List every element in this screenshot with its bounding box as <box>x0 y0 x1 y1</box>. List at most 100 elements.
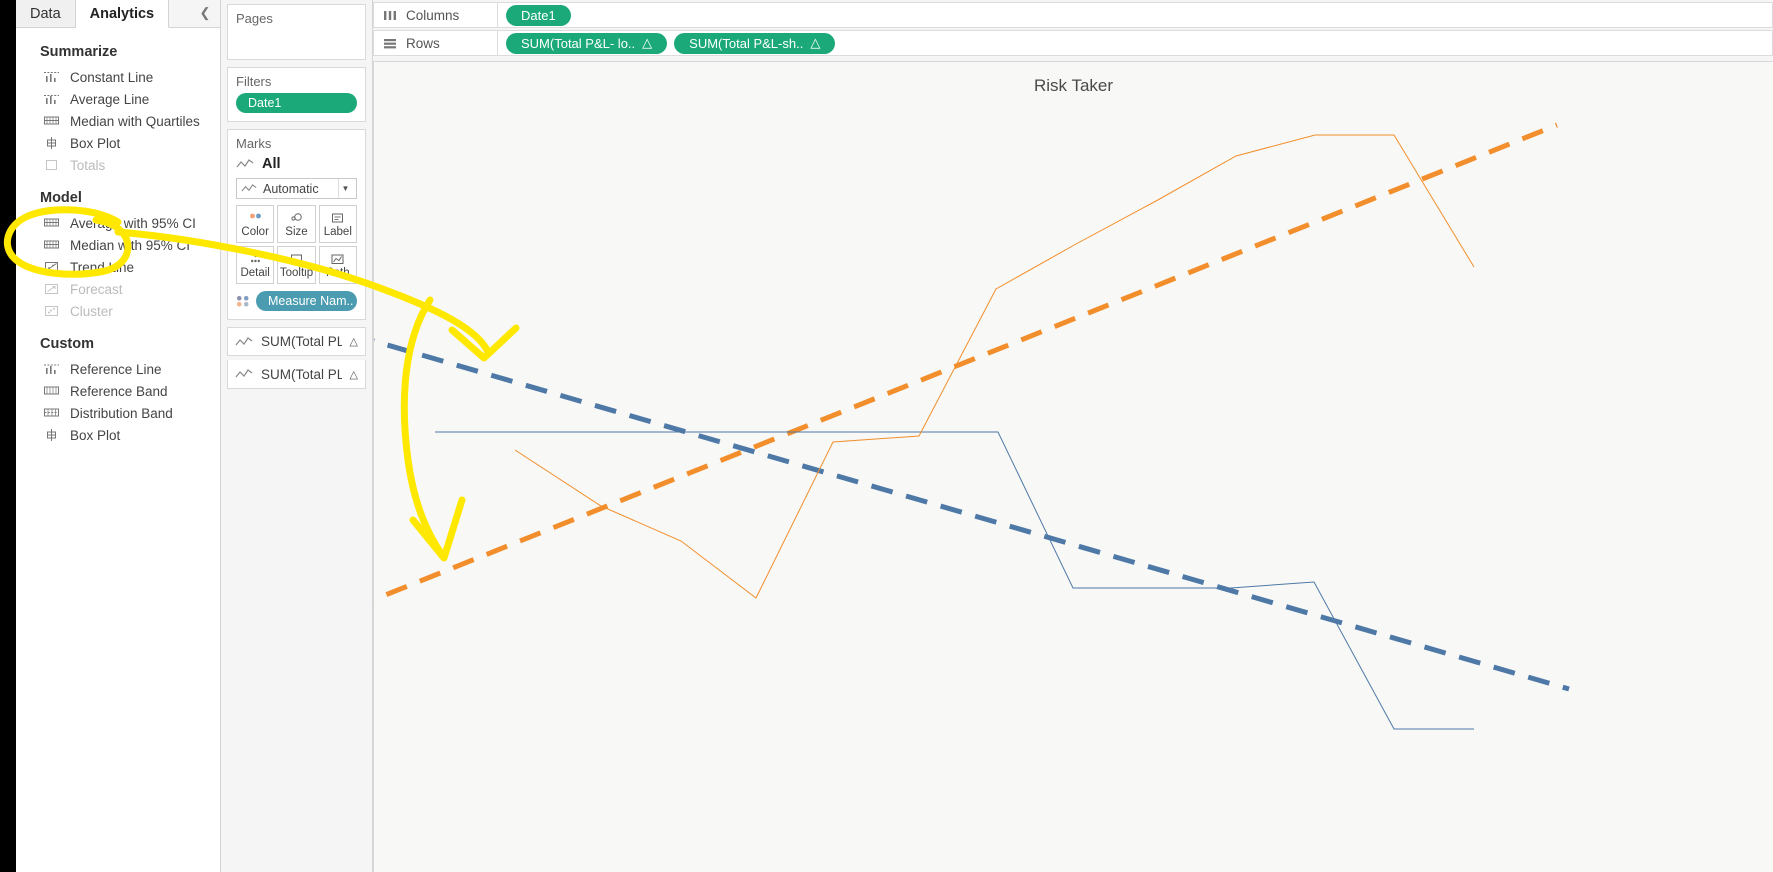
pane-tabs: Data Analytics ❮ <box>16 0 220 28</box>
analytics-item-label: Box Plot <box>70 427 121 443</box>
measure-names-pill-label: Measure Nam.. <box>268 294 354 308</box>
cluster-icon <box>45 306 58 316</box>
filter-pill-date1[interactable]: Date1 <box>236 93 357 113</box>
color-icon <box>247 210 264 226</box>
analytics-item-label: Box Plot <box>70 135 121 151</box>
marks-detail-button[interactable]: Detail <box>236 246 275 284</box>
rows-shelf-label: Rows <box>373 30 498 56</box>
measure-mark-card-1-badge: △ <box>349 336 358 348</box>
marks-path-button[interactable]: Path <box>318 246 357 284</box>
analytics-item-distribution-band[interactable]: Distribution Band <box>16 404 220 422</box>
box-plot-icon <box>47 137 56 149</box>
data-series-line-2 <box>514 134 1475 599</box>
median-ci-icon <box>44 240 59 249</box>
analytics-item-box-plot[interactable]: Box Plot <box>16 134 220 152</box>
marks-card-body: Automatic ▼ Color Size Label Detail Tool… <box>228 178 365 319</box>
section-title-model: Model <box>40 190 82 206</box>
chart-plot <box>374 122 1570 730</box>
marks-color-button[interactable]: Color <box>236 205 275 243</box>
analytics-item-average-line[interactable]: Average Line <box>16 90 220 108</box>
pages-card[interactable]: Pages <box>227 4 366 60</box>
analytics-item-label: Reference Line <box>70 361 162 377</box>
marks-tooltip-button[interactable]: Tooltip <box>277 246 316 284</box>
measure-mark-card-2-badge: △ <box>349 368 358 381</box>
tab-analytics[interactable]: Analytics <box>75 0 170 28</box>
analytics-item-label: Trend Line <box>70 259 135 275</box>
detail-icon <box>247 251 264 267</box>
distribution-band-icon <box>44 408 59 417</box>
section-title-custom: Custom <box>40 336 94 352</box>
left-gutter <box>0 0 16 872</box>
chevron-down-icon[interactable]: ▼ <box>338 179 352 198</box>
analytics-item-box-plot-custom[interactable]: Box Plot <box>16 426 220 444</box>
columns-icon <box>384 10 396 20</box>
forecast-icon <box>45 284 58 294</box>
chevron-left-icon[interactable]: ❮ <box>196 4 214 22</box>
measure-mark-card-2-label: SUM(Total PL... <box>261 366 342 382</box>
marks-label-button[interactable]: Label <box>318 205 357 243</box>
analytics-item-cluster: Cluster <box>16 302 220 320</box>
analytics-item-reference-band[interactable]: Reference Band <box>16 382 220 400</box>
analytics-item-label: Distribution Band <box>70 405 173 421</box>
tab-data-label: Data <box>30 5 61 22</box>
reference-band-icon <box>44 386 59 395</box>
cards-column: Pages Filters Date1 Marks All Automatic … <box>221 0 373 872</box>
filter-pill-label: Date1 <box>248 96 282 110</box>
analytics-item-median-with-95-ci[interactable]: Median with 95% CI <box>16 236 220 254</box>
analytics-item-average-with-95-ci[interactable]: Average with 95% CI <box>16 214 220 232</box>
columns-shelf-label: Columns <box>373 2 498 28</box>
box-plot-icon <box>47 429 56 441</box>
analytics-item-label: Average with 95% CI <box>70 215 196 231</box>
size-icon <box>288 210 305 226</box>
measure-names-pill[interactable]: Measure Nam.. <box>256 291 357 311</box>
analytics-pane: Data Analytics ❮ Summarize Constant Line <box>16 0 221 872</box>
tab-data[interactable]: Data <box>16 0 76 27</box>
analytics-item-reference-line[interactable]: Reference Line <box>16 360 220 378</box>
label-icon <box>329 210 346 226</box>
measure-mark-card-2[interactable]: SUM(Total PL... △ <box>227 360 366 389</box>
filters-card-title: Filters <box>236 74 272 89</box>
rows-shelf-drop[interactable]: SUM(Total P&L- lo.. △ SUM(Total P&L-sh..… <box>498 30 1773 56</box>
measure-mark-card-1[interactable]: SUM(Total PL... △ <box>227 327 366 356</box>
rows-pill-1[interactable]: SUM(Total P&L- lo.. △ <box>506 32 668 54</box>
marks-all-row[interactable]: All <box>228 155 365 178</box>
marks-card-title: Marks <box>236 136 272 151</box>
analytics-item-constant-line[interactable]: Constant Line <box>16 68 220 86</box>
filters-card[interactable]: Filters Date1 <box>227 67 366 122</box>
marks-color-label: Color <box>241 226 269 238</box>
analytics-item-trend-line[interactable]: Trend Line <box>16 258 220 276</box>
marks-detail-label: Detail <box>240 267 270 279</box>
line-mark-icon <box>235 369 253 378</box>
line-mark-icon <box>235 336 253 345</box>
tableau-window: Data Analytics ❮ Summarize Constant Line <box>0 0 1773 872</box>
color-dots-icon <box>237 296 249 307</box>
analytics-item-label: Totals <box>70 157 106 173</box>
average-ci-icon <box>44 218 59 227</box>
marks-size-button[interactable]: Size <box>277 205 316 243</box>
mark-type-value: Automatic <box>263 181 319 196</box>
analytics-item-label: Median with 95% CI <box>70 237 191 253</box>
columns-pill-date1[interactable]: Date1 <box>506 4 571 26</box>
marks-buttons-grid: Color Size Label Detail Tooltip Path <box>236 205 357 284</box>
constant-line-icon <box>44 72 59 82</box>
tooltip-icon <box>288 251 305 267</box>
analytics-item-forecast: Forecast <box>16 280 220 298</box>
pages-card-title: Pages <box>236 11 273 26</box>
rows-pill-2-badge: △ <box>810 35 821 50</box>
marks-card: Marks All Automatic ▼ Color Size Label D… <box>227 129 366 320</box>
analytics-item-median-with-quartiles[interactable]: Median with Quartiles <box>16 112 220 130</box>
data-series-line-1 <box>435 431 1474 730</box>
rows-pill-1-badge: △ <box>642 35 653 50</box>
columns-shelf-drop[interactable]: Date1 <box>498 2 1773 28</box>
analytics-item-label: Cluster <box>70 303 113 319</box>
analytics-item-label: Median with Quartiles <box>70 113 200 129</box>
average-line-icon <box>44 95 59 104</box>
filters-card-body: Date1 <box>228 93 365 121</box>
line-mark-icon <box>236 159 254 168</box>
viz-canvas[interactable]: Risk Taker <box>373 61 1773 872</box>
mark-type-dropdown[interactable]: Automatic ▼ <box>236 178 357 199</box>
analytics-item-totals: Totals <box>16 156 220 174</box>
rows-pill-2[interactable]: SUM(Total P&L-sh.. △ <box>674 32 836 54</box>
rows-shelf-row: Rows SUM(Total P&L- lo.. △ SUM(Total P&L… <box>373 30 1773 56</box>
median-quartiles-icon <box>44 116 59 125</box>
